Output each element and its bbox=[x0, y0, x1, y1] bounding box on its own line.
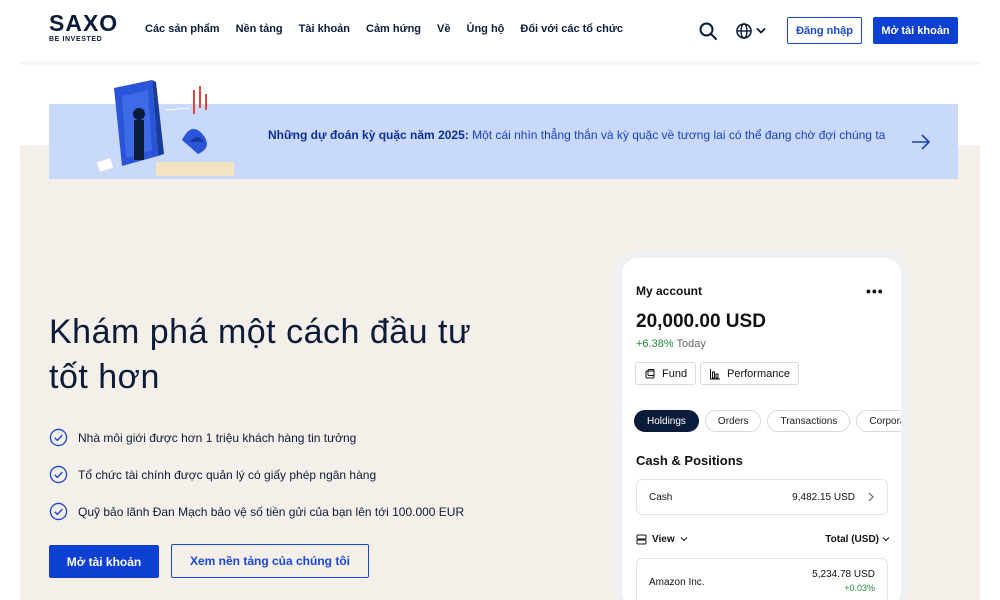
feature-text: Nhà môi giới được hơn 1 triệu khách hàng… bbox=[78, 430, 357, 445]
hero-title: Khám phá một cách đầu tư tốt hơn bbox=[49, 313, 472, 396]
feature-item: Tổ chức tài chính được quản lý có giấy p… bbox=[49, 465, 464, 484]
feature-item: Nhà môi giới được hơn 1 triệu khách hàng… bbox=[49, 428, 464, 447]
nav-item-platforms[interactable]: Nền tảng bbox=[236, 23, 283, 35]
performance-label: Performance bbox=[727, 367, 790, 380]
nav-item-products[interactable]: Các sản phẩm bbox=[145, 23, 220, 35]
holding-name: Amazon Inc. bbox=[649, 577, 705, 588]
total-label: Total (USD) bbox=[825, 533, 879, 545]
total-currency-selector[interactable]: Total (USD) bbox=[825, 534, 890, 545]
nav-item-support[interactable]: Ủng hộ bbox=[467, 23, 505, 35]
feature-item: Quỹ bảo lãnh Đan Mạch bảo vệ số tiền gửi… bbox=[49, 502, 464, 521]
account-tabs: Holdings Orders Transactions Corporate bbox=[634, 410, 901, 432]
cash-value: 9,482.15 USD bbox=[792, 491, 855, 503]
performance-button[interactable]: Performance bbox=[700, 362, 799, 385]
view-selector[interactable]: View bbox=[636, 534, 688, 545]
feature-text: Tổ chức tài chính được quản lý có giấy p… bbox=[78, 467, 377, 482]
fund-label: Fund bbox=[662, 367, 688, 380]
chevron-right-icon bbox=[868, 492, 874, 502]
chevron-down-icon bbox=[756, 28, 766, 34]
hero-open-account-button[interactable]: Mở tài khoản bbox=[49, 545, 159, 578]
nav-item-institutions[interactable]: Đối với các tổ chức bbox=[520, 23, 623, 35]
open-account-button[interactable]: Mở tài khoản bbox=[873, 17, 958, 44]
chevron-down-icon bbox=[882, 537, 890, 542]
language-selector[interactable] bbox=[735, 20, 769, 42]
fund-button[interactable]: Fund bbox=[635, 362, 697, 385]
banner-illustration bbox=[96, 80, 234, 176]
account-balance: 20,000.00 USD bbox=[636, 311, 766, 332]
logo-tagline: BE INVESTED bbox=[49, 36, 103, 43]
cash-row[interactable]: Cash 9,482.15 USD bbox=[636, 479, 888, 515]
tab-holdings[interactable]: Holdings bbox=[634, 410, 699, 432]
search-button[interactable] bbox=[697, 20, 719, 42]
arrow-right-icon[interactable] bbox=[909, 130, 933, 154]
account-mockup: My account ••• 20,000.00 USD +6.38% Toda… bbox=[622, 258, 901, 600]
tab-corporate[interactable]: Corporate bbox=[856, 410, 901, 432]
chevron-down-icon bbox=[680, 537, 687, 542]
saxo-logo[interactable]: SAXO BE INVESTED bbox=[49, 10, 121, 44]
nav-item-inspiration[interactable]: Cảm hứng bbox=[366, 23, 421, 35]
layout-icon bbox=[636, 534, 647, 544]
banner-body: Một cái nhìn thẳng thắn và kỳ quặc về tư… bbox=[468, 128, 886, 142]
change-period: Today bbox=[676, 338, 706, 350]
check-circle-icon bbox=[49, 502, 68, 521]
search-icon bbox=[699, 22, 717, 40]
cash-positions-title: Cash & Positions bbox=[636, 453, 743, 468]
feature-text: Quỹ bảo lãnh Đan Mạch bảo vệ số tiền gửi… bbox=[78, 504, 465, 519]
account-title: My account bbox=[636, 284, 703, 298]
view-label: View bbox=[652, 533, 675, 545]
cash-label: Cash bbox=[649, 491, 673, 503]
more-options-icon[interactable]: ••• bbox=[866, 283, 884, 299]
outrageous-predictions-banner[interactable]: Những dự đoán kỳ quặc năm 2025: Một cái … bbox=[49, 80, 958, 179]
view-controls: View Total (USD) bbox=[636, 530, 890, 548]
nav-item-about[interactable]: Về bbox=[437, 23, 450, 35]
tab-orders[interactable]: Orders bbox=[704, 410, 762, 432]
feature-list: Nhà môi giới được hơn 1 triệu khách hàng… bbox=[49, 428, 464, 539]
fund-icon bbox=[645, 368, 655, 378]
balance-change: +6.38% Today bbox=[636, 338, 706, 350]
main-nav: Các sản phẩm Nền tảng Tài khoản Cảm hứng… bbox=[145, 23, 623, 35]
change-percent: +6.38% bbox=[636, 338, 674, 350]
banner-text: Những dự đoán kỳ quặc năm 2025: Một cái … bbox=[268, 127, 893, 143]
header-divider bbox=[20, 62, 980, 66]
view-platform-button[interactable]: Xem nền tảng của chúng tôi bbox=[171, 544, 369, 578]
check-circle-icon bbox=[49, 465, 68, 484]
logo-wordmark: SAXO bbox=[49, 10, 119, 36]
globe-icon bbox=[736, 23, 752, 39]
login-button[interactable]: Đăng nhập bbox=[787, 17, 862, 44]
holding-row[interactable]: Amazon Inc. 5,234.78 USD +0.03% bbox=[636, 558, 888, 600]
holding-change: +0.03% bbox=[844, 583, 875, 593]
chart-icon bbox=[710, 368, 720, 379]
site-header: SAXO BE INVESTED Các sản phẩm Nền tảng T… bbox=[0, 0, 1000, 62]
banner-headline: Những dự đoán kỳ quặc năm 2025: bbox=[268, 128, 469, 142]
check-circle-icon bbox=[49, 428, 68, 447]
nav-item-accounts[interactable]: Tài khoản bbox=[299, 23, 350, 35]
holding-amount: 5,234.78 USD bbox=[812, 569, 875, 580]
tab-transactions[interactable]: Transactions bbox=[767, 410, 851, 432]
